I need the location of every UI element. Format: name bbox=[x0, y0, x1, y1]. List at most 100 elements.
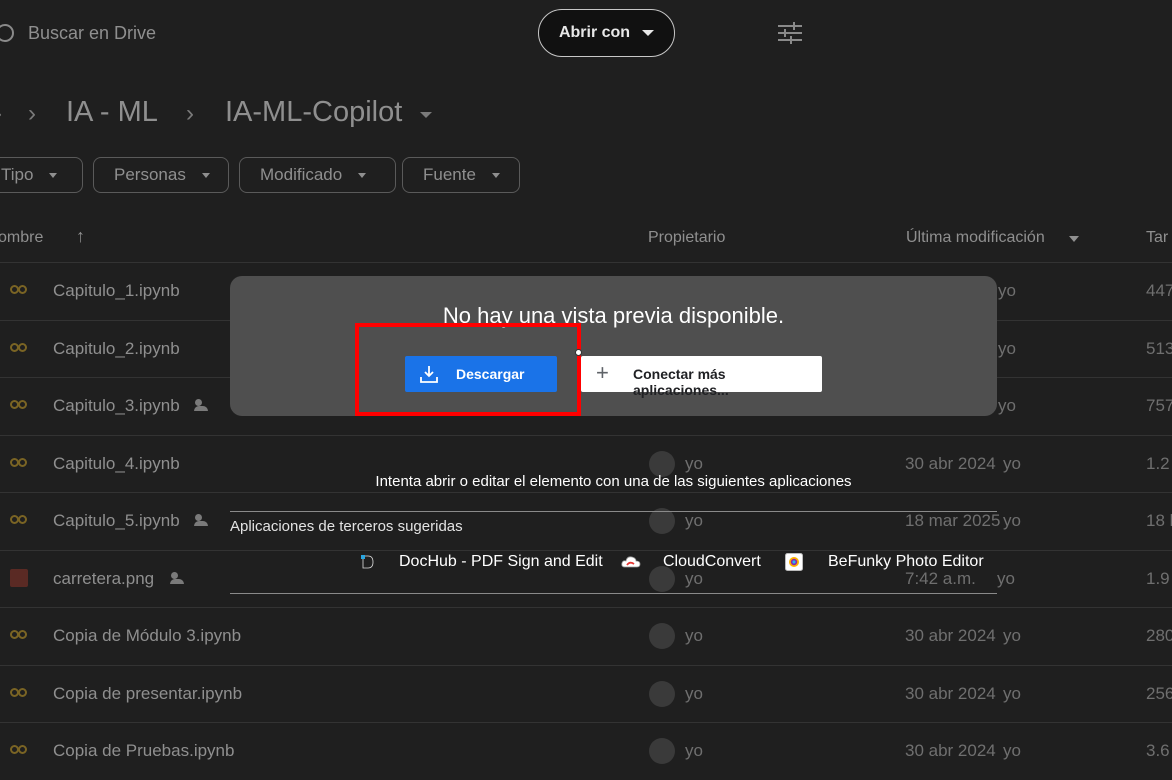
try-apps-message: Intenta abrir o editar el elemento con u… bbox=[375, 473, 852, 490]
breadcrumb-separator: › bbox=[28, 100, 36, 127]
file-modified-by: yo bbox=[1003, 683, 1021, 703]
dochub-icon bbox=[361, 554, 375, 570]
avatar bbox=[649, 738, 675, 764]
filter-type[interactable]: Tipo bbox=[0, 157, 83, 193]
file-modified-by: yo bbox=[998, 338, 1016, 358]
file-modified-by: yo bbox=[1003, 626, 1021, 645]
file-size: 757 bbox=[1146, 396, 1172, 415]
chevron-down-icon bbox=[491, 172, 500, 178]
colab-icon bbox=[10, 457, 28, 468]
befunky-icon bbox=[785, 553, 803, 571]
app-cloudconvert[interactable]: CloudConvert bbox=[663, 553, 761, 571]
file-owner: yo bbox=[685, 683, 703, 703]
no-preview-panel: No hay una vista previa disponible. Desc… bbox=[230, 276, 997, 416]
file-size: 513 bbox=[1146, 338, 1172, 358]
chevron-down-icon bbox=[642, 30, 655, 36]
column-header-name[interactable]: ombre bbox=[0, 229, 43, 247]
chevron-down-icon bbox=[358, 172, 367, 178]
colab-icon bbox=[10, 745, 28, 755]
column-header-owner[interactable]: Propietario bbox=[648, 229, 725, 247]
divider bbox=[230, 593, 997, 594]
open-with-button[interactable]: Abrir con bbox=[538, 9, 675, 57]
table-row[interactable]: Copia de presentar.ipynb yo 30 abr 2024 yo 2… bbox=[0, 664, 1172, 723]
connect-more-apps-button[interactable]: + Conectar más aplicaciones... bbox=[581, 356, 822, 398]
colab-icon bbox=[10, 687, 28, 698]
file-modified-by: yo bbox=[1003, 741, 1021, 760]
file-modified-date: 30 abr 2024 bbox=[905, 741, 996, 760]
file-size: 447 bbox=[1146, 281, 1172, 300]
file-name: Capitulo_1.ipynb bbox=[53, 281, 180, 300]
chevron-down-icon[interactable] bbox=[1069, 236, 1079, 242]
shared-people-icon bbox=[194, 514, 212, 526]
file-name: Capitulo_2.ipynb bbox=[53, 338, 180, 358]
file-name: Copia de Pruebas.ipynb bbox=[53, 741, 235, 760]
filter-modified[interactable]: Modificado bbox=[239, 157, 396, 193]
colab-icon bbox=[10, 285, 28, 295]
colab-icon bbox=[10, 342, 28, 353]
file-owner: yo bbox=[685, 568, 703, 588]
divider bbox=[230, 511, 997, 512]
breadcrumb-item[interactable]: IA - ML bbox=[66, 96, 158, 129]
filter-label: Personas bbox=[114, 165, 186, 184]
filter-label: Fuente bbox=[423, 165, 476, 184]
file-size: 18 k bbox=[1146, 511, 1172, 530]
filter-label: Tipo bbox=[1, 165, 34, 184]
shared-people-icon bbox=[194, 399, 212, 411]
open-with-label: Abrir con bbox=[558, 24, 631, 41]
filter-people[interactable]: Personas bbox=[93, 157, 229, 193]
file-name: Capitulo_4.ipynb bbox=[53, 453, 180, 473]
column-header-size[interactable]: Tar bbox=[1146, 229, 1168, 247]
avatar bbox=[649, 623, 675, 649]
plus-icon: + bbox=[596, 360, 609, 385]
file-owner: yo bbox=[685, 741, 703, 760]
file-name: Copia de presentar.ipynb bbox=[53, 683, 243, 703]
filter-source[interactable]: Fuente bbox=[402, 157, 520, 193]
shared-people-icon bbox=[170, 571, 188, 584]
file-modified-by: yo bbox=[998, 281, 1016, 300]
file-modified-by: yo bbox=[998, 396, 1016, 415]
search-icon bbox=[0, 24, 14, 42]
file-name: Capitulo_3.ipynb bbox=[53, 396, 180, 415]
breadcrumb-separator: › bbox=[186, 100, 194, 127]
file-modified-date: 30 abr 2024 bbox=[905, 453, 996, 473]
file-modified-by: yo bbox=[1003, 453, 1021, 473]
search-options-icon[interactable] bbox=[778, 22, 802, 44]
file-size: 256 bbox=[1146, 683, 1172, 703]
file-modified-date: 7:42 a.m. bbox=[905, 568, 976, 588]
file-size: 1.9 bbox=[1146, 568, 1170, 588]
file-modified-by: yo bbox=[1003, 511, 1021, 530]
table-row[interactable]: Copia de Módulo 3.ipynb yo 30 abr 2024 yo 28… bbox=[0, 607, 1172, 665]
file-owner: yo bbox=[685, 626, 703, 645]
colab-icon bbox=[10, 630, 28, 640]
avatar bbox=[649, 680, 675, 707]
table-row[interactable]: Capitulo_5.ipynbyo18 mar 2025yo18 k bbox=[0, 492, 1172, 550]
app-dochub[interactable]: DocHub - PDF Sign and Edit bbox=[399, 553, 603, 571]
file-modified-date: 18 mar 2025 bbox=[905, 511, 1001, 530]
file-name: Copia de Módulo 3.ipynb bbox=[53, 626, 242, 645]
file-size: 1.2 bbox=[1146, 453, 1170, 473]
file-size: 3.6 bbox=[1146, 741, 1170, 760]
colab-icon bbox=[10, 400, 28, 410]
chevron-down-icon[interactable] bbox=[420, 112, 432, 118]
search-input[interactable]: Buscar en Drive bbox=[28, 23, 156, 44]
suggested-apps-heading: Aplicaciones de terceros sugeridas bbox=[230, 518, 463, 535]
file-name: carretera.png bbox=[53, 568, 155, 588]
file-owner: yo bbox=[685, 511, 703, 530]
file-size: 280 bbox=[1146, 626, 1172, 645]
filter-label: Modificado bbox=[260, 165, 343, 184]
sort-arrow-up-icon[interactable]: ↑ bbox=[76, 226, 85, 247]
chevron-down-icon bbox=[49, 172, 58, 178]
column-header-modified[interactable]: Última modificación bbox=[906, 229, 1045, 247]
no-preview-message: No hay una vista previa disponible. bbox=[442, 303, 785, 328]
file-modified-date: 30 abr 2024 bbox=[905, 683, 996, 703]
app-befunky[interactable]: BeFunky Photo Editor bbox=[828, 553, 984, 571]
table-row[interactable]: Copia de Pruebas.ipynb yo 30 abr 2024 yo 3.6 bbox=[0, 722, 1172, 780]
file-modified-date: 30 abr 2024 bbox=[905, 626, 996, 645]
breadcrumb-current[interactable]: IA-ML-Copilot bbox=[225, 96, 402, 129]
file-name: Capitulo_5.ipynb bbox=[53, 511, 180, 530]
file-modified-by: yo bbox=[997, 568, 1015, 588]
breadcrumb-separator: › bbox=[0, 100, 2, 128]
image-icon bbox=[10, 568, 28, 587]
connect-more-apps-label: Conectar más aplicaciones... bbox=[633, 366, 729, 398]
colab-icon bbox=[10, 515, 28, 525]
